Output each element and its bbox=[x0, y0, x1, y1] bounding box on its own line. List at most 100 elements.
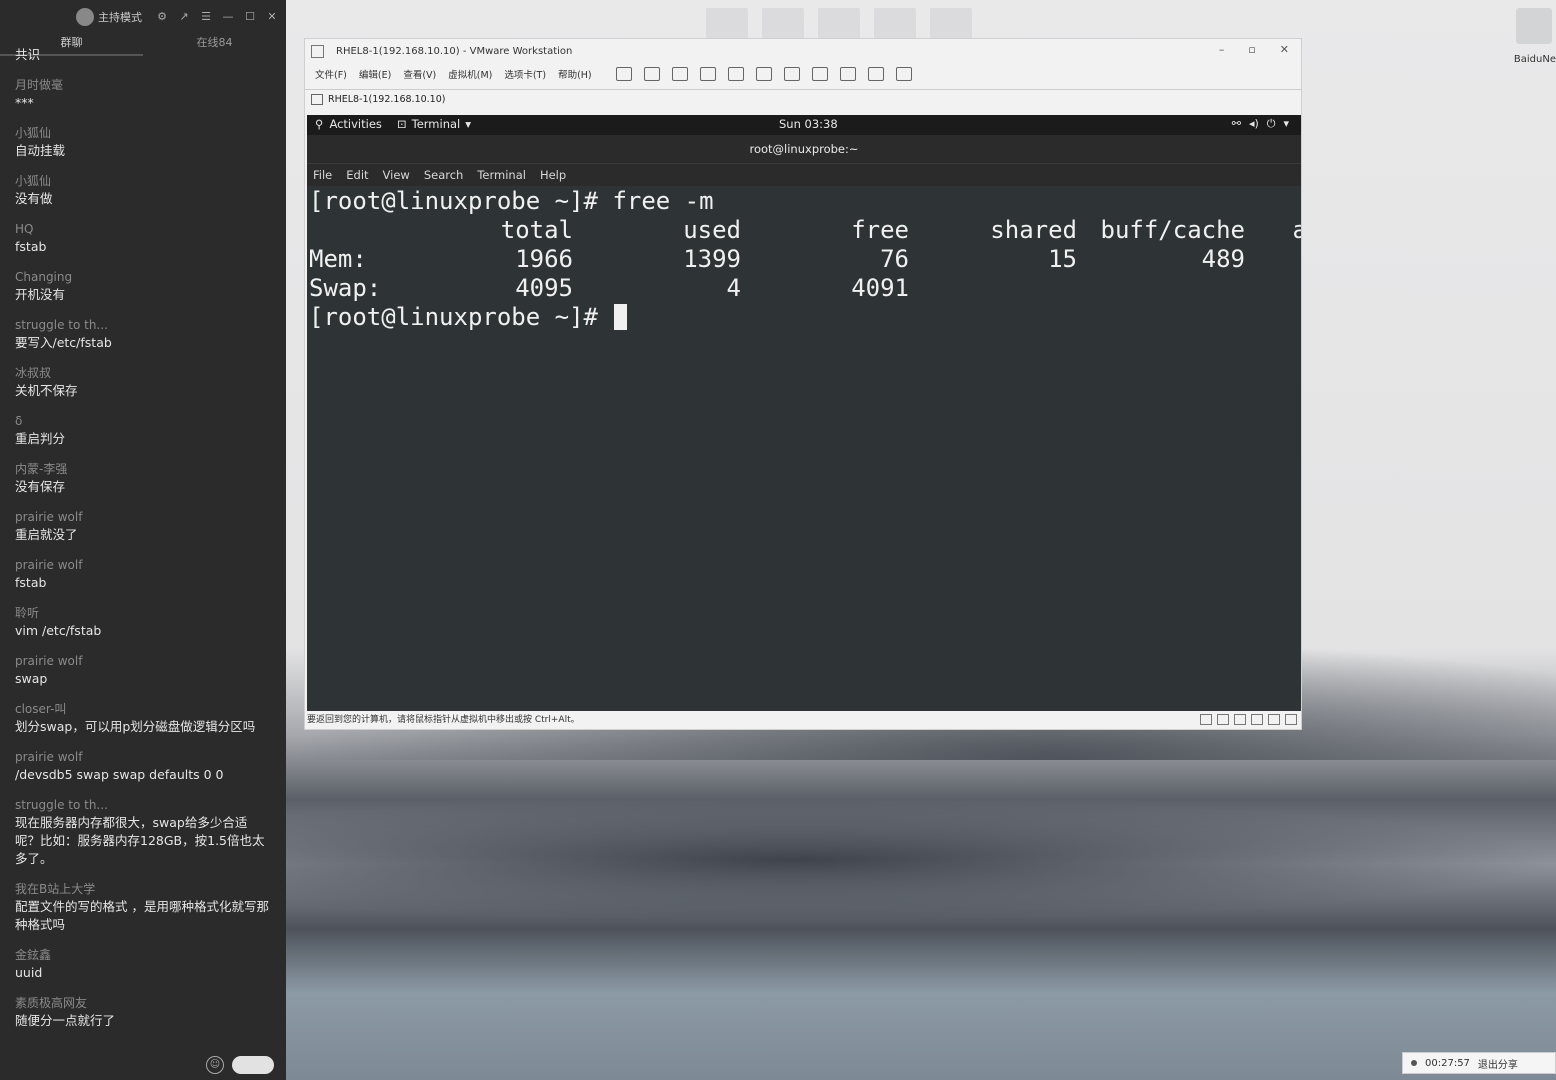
chat-message-nickname: prairie wolf bbox=[15, 558, 83, 572]
desktop-icon[interactable] bbox=[818, 8, 860, 40]
vmware-logo-icon bbox=[311, 44, 324, 58]
terminal-menu-search[interactable]: Search bbox=[424, 168, 464, 182]
chat-message[interactable]: 共识 bbox=[0, 46, 286, 64]
menu-help[interactable]: 帮助(H) bbox=[558, 67, 592, 81]
terminal-menu-file[interactable]: File bbox=[313, 168, 332, 182]
command: free -m bbox=[612, 187, 714, 215]
hdd-icon[interactable] bbox=[1200, 714, 1212, 725]
desktop-icon[interactable] bbox=[874, 8, 916, 40]
menu-vm[interactable]: 虚拟机(M) bbox=[448, 67, 492, 81]
send-ctrl-alt-del-icon[interactable] bbox=[643, 67, 660, 81]
host-mode[interactable]: 主持模式 bbox=[76, 8, 142, 26]
chat-message-text: uuid bbox=[15, 965, 43, 980]
chat-message-list[interactable]: 共识月时做毫 *** 小狐仙 自动挂载 小狐仙 没有做 HQ fstab Changing 开机没… bbox=[0, 47, 286, 1042]
snapshot-icon[interactable] bbox=[671, 67, 688, 81]
stop-share-button[interactable]: 退出分享 bbox=[1478, 1056, 1518, 1071]
display-icon[interactable] bbox=[1285, 714, 1297, 725]
chat-message[interactable]: 聆听 vim /etc/fstab bbox=[0, 604, 286, 640]
chat-panel: 主持模式 ⚙ ↗ ☰ — ☐ ✕ 群聊 在线84 共识 月时做毫 *** 小狐仙 自动挂… bbox=[0, 0, 286, 1080]
chat-message[interactable]: 冰叔叔 关机不保存 bbox=[0, 364, 286, 400]
chat-message[interactable]: 小狐仙 没有做 bbox=[0, 172, 286, 208]
sound-icon[interactable] bbox=[1268, 714, 1280, 725]
menu-view[interactable]: 查看(V) bbox=[403, 67, 436, 81]
chat-message-text: vim /etc/fstab bbox=[15, 623, 102, 638]
minimize-icon[interactable]: — bbox=[222, 11, 234, 23]
chat-message[interactable]: 内蒙-李强 没有保存 bbox=[0, 460, 286, 496]
chat-message-nickname: struggle to th... bbox=[15, 318, 108, 332]
pause-icon[interactable] bbox=[615, 67, 632, 81]
chat-message-text: 配置文件的写的格式 ，是用哪种格式化就写那种格式吗 bbox=[15, 899, 269, 932]
chat-message-text: fstab bbox=[15, 239, 47, 254]
desktop-icon[interactable] bbox=[706, 8, 748, 40]
chat-message[interactable]: Changing 开机没有 bbox=[0, 268, 286, 304]
chat-message[interactable]: 素质极高网友 随便分一点就行了 bbox=[0, 994, 286, 1030]
terminal-menu-terminal[interactable]: Terminal bbox=[477, 168, 526, 182]
baidu-netdisk-icon[interactable] bbox=[1516, 8, 1552, 44]
minimize-icon[interactable]: – bbox=[1219, 43, 1225, 56]
unity-icon[interactable] bbox=[839, 67, 856, 81]
settings-icon[interactable]: ⚙ bbox=[156, 11, 168, 23]
vmware-toolbar bbox=[615, 67, 912, 81]
chat-message[interactable]: prairie wolf fstab bbox=[0, 556, 286, 592]
console-icon[interactable] bbox=[867, 67, 884, 81]
thumbnail-icon[interactable] bbox=[783, 67, 800, 81]
revert-snapshot-icon[interactable] bbox=[699, 67, 716, 81]
chat-message[interactable]: 小狐仙 自动挂载 bbox=[0, 124, 286, 160]
clock[interactable]: Sun 03:38 bbox=[779, 117, 838, 131]
vm-tab[interactable]: RHEL8-1(192.168.10.10) bbox=[311, 94, 445, 105]
chat-footer: ☺ bbox=[206, 1056, 274, 1074]
volume-icon: ◂) bbox=[1248, 117, 1259, 130]
chat-message[interactable]: prairie wolf 重启就没了 bbox=[0, 508, 286, 544]
chat-message[interactable]: 金鉉鑫 uuid bbox=[0, 946, 286, 982]
cdrom-icon[interactable] bbox=[1217, 714, 1229, 725]
menu-file[interactable]: 文件(F) bbox=[315, 67, 347, 81]
fullscreen-icon[interactable] bbox=[811, 67, 828, 81]
send-toggle[interactable] bbox=[232, 1056, 274, 1074]
mem-shared: 15 bbox=[1048, 245, 1077, 273]
desktop-icon[interactable] bbox=[762, 8, 804, 40]
chat-message[interactable]: 我在B站上大学 配置文件的写的格式 ，是用哪种格式化就写那种格式吗 bbox=[0, 880, 286, 934]
terminal-output[interactable]: [root@linuxprobe ~]# free -m total used … bbox=[307, 187, 1301, 711]
terminal-menu-help[interactable]: Help bbox=[540, 168, 566, 182]
library-icon[interactable] bbox=[755, 67, 772, 81]
header-free: free bbox=[851, 216, 909, 244]
maximize-icon[interactable]: ☐ bbox=[244, 11, 256, 23]
chat-message[interactable]: 月时做毫 *** bbox=[0, 76, 286, 112]
terminal-menu-view[interactable]: View bbox=[383, 168, 410, 182]
activities-button[interactable]: ⚲ Activities bbox=[315, 117, 382, 131]
emoji-icon[interactable]: ☺ bbox=[206, 1056, 224, 1074]
chat-message-text: 共识 bbox=[15, 47, 41, 62]
swap-used: 4 bbox=[726, 274, 741, 302]
desktop-icon[interactable] bbox=[930, 8, 972, 40]
chat-message[interactable]: prairie wolf swap bbox=[0, 652, 286, 688]
close-icon[interactable]: ✕ bbox=[1280, 43, 1289, 56]
menu-edit[interactable]: 编辑(E) bbox=[359, 67, 391, 81]
guest-screen[interactable]: ⚲ Activities ⊡ Terminal ▾ Sun 03:38 ⚯ ◂)… bbox=[307, 115, 1301, 711]
chat-message[interactable]: struggle to th... 要写入/etc/fstab bbox=[0, 316, 286, 352]
vmware-titlebar: RHEL8-1(192.168.10.10) - VMware Workstat… bbox=[305, 39, 1301, 63]
chat-message[interactable]: prairie wolf/devsdb5 swap swap defaults … bbox=[0, 748, 286, 784]
chat-message[interactable]: closer-叫 划分swap，可以用p划分磁盘做逻辑分区吗 bbox=[0, 700, 286, 736]
usb-icon[interactable] bbox=[1251, 714, 1263, 725]
desktop-dune bbox=[286, 800, 1556, 920]
row-label-swap: Swap: bbox=[309, 274, 382, 302]
app-menu[interactable]: ⊡ Terminal ▾ bbox=[397, 117, 471, 131]
chat-message[interactable]: δ 重启判分 bbox=[0, 412, 286, 448]
chat-message-text: 随便分一点就行了 bbox=[15, 1013, 116, 1028]
terminal-menu-edit[interactable]: Edit bbox=[346, 168, 368, 182]
chat-message[interactable]: struggle to th... 现在服务器内存都很大，swap给多少合适呢？比… bbox=[0, 796, 286, 868]
close-icon[interactable]: ✕ bbox=[266, 11, 278, 23]
row-label-mem: Mem: bbox=[309, 245, 367, 273]
popout-icon[interactable]: ↗ bbox=[178, 11, 190, 23]
menu-tabs[interactable]: 选项卡(T) bbox=[504, 67, 546, 81]
stretch-icon[interactable] bbox=[895, 67, 912, 81]
network-adapter-icon[interactable] bbox=[1234, 714, 1246, 725]
menu-icon[interactable]: ☰ bbox=[200, 11, 212, 23]
chat-message-text: 重启判分 bbox=[15, 431, 66, 446]
system-tray[interactable]: ⚯ ◂) ⏻ ▾ bbox=[1232, 117, 1289, 131]
maximize-icon[interactable]: ▫ bbox=[1248, 43, 1255, 56]
vm-tabbar: RHEL8-1(192.168.10.10) bbox=[305, 89, 1301, 115]
app-menu-label: Terminal bbox=[411, 117, 461, 131]
chat-message[interactable]: HQ fstab bbox=[0, 220, 286, 256]
snapshot-manager-icon[interactable] bbox=[727, 67, 744, 81]
